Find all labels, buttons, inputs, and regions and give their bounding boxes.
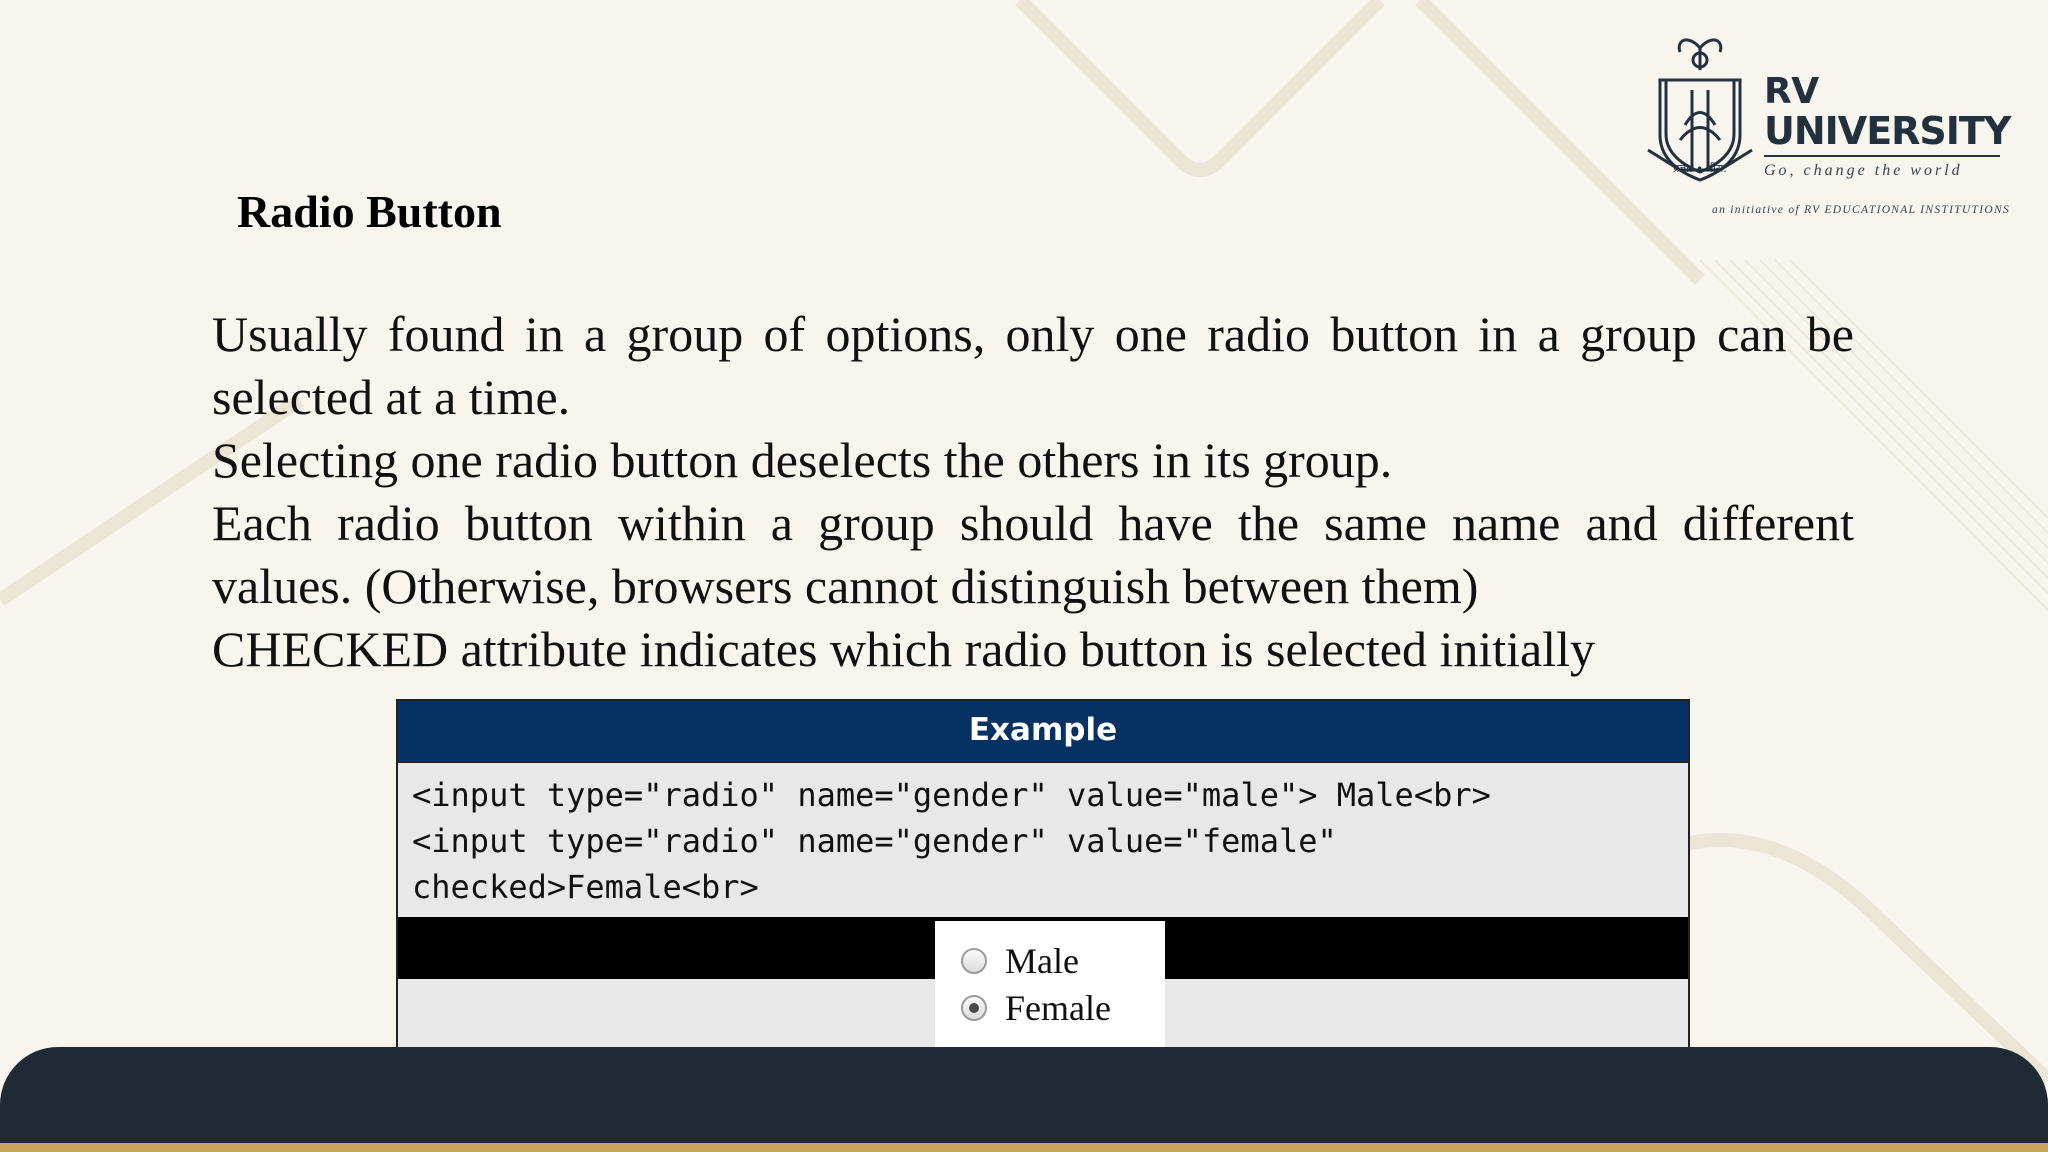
radio-label-male: Male bbox=[1005, 940, 1079, 981]
example-rendered-output: Male Female bbox=[935, 921, 1165, 1048]
slide-body: Usually found in a group of options, onl… bbox=[212, 303, 1854, 681]
body-paragraph-4: CHECKED attribute indicates which radio … bbox=[212, 621, 1596, 677]
example-code: <input type="radio" name="gender" value=… bbox=[398, 763, 1688, 908]
slide-title: Radio Button bbox=[237, 186, 502, 237]
logo-tagline: Go, change the world bbox=[1764, 162, 1963, 179]
body-paragraph-1: Usually found in a group of options, onl… bbox=[212, 306, 1854, 425]
code-line: checked>Female<br> bbox=[412, 868, 759, 906]
body-paragraph-2: Selecting one radio button deselects the… bbox=[212, 432, 1393, 488]
logo-divider bbox=[1764, 155, 2000, 157]
footer-accent-line bbox=[0, 1143, 2048, 1152]
logo-university-text: UNIVERSITY bbox=[1764, 109, 2011, 153]
radio-button-male[interactable] bbox=[961, 947, 987, 974]
example-header: Example bbox=[398, 701, 1688, 763]
radio-option-female[interactable]: Female bbox=[961, 984, 1165, 1031]
radio-option-male[interactable]: Male bbox=[961, 937, 1165, 984]
seal-motto: प्रज्ञा: • धीरा: bbox=[1673, 162, 1727, 175]
logo-rv-text: RV bbox=[1764, 71, 1819, 112]
rv-university-logo: प्रज्ञा: • धीरा: RV UNIVERSITY Go, chang… bbox=[1640, 30, 2011, 220]
logo-initiative-text: an initiative of RV EDUCATIONAL INSTITUT… bbox=[1712, 204, 2010, 216]
footer-band bbox=[0, 1047, 2048, 1152]
radio-button-female[interactable] bbox=[961, 994, 987, 1021]
body-paragraph-3: Each radio button within a group should … bbox=[212, 495, 1854, 614]
code-line: <input type="radio" name="gender" value=… bbox=[412, 822, 1337, 860]
radio-label-female: Female bbox=[1005, 987, 1111, 1028]
university-seal-icon: प्रज्ञा: • धीरा: bbox=[1647, 38, 1753, 182]
code-line: <input type="radio" name="gender" value=… bbox=[412, 776, 1491, 814]
